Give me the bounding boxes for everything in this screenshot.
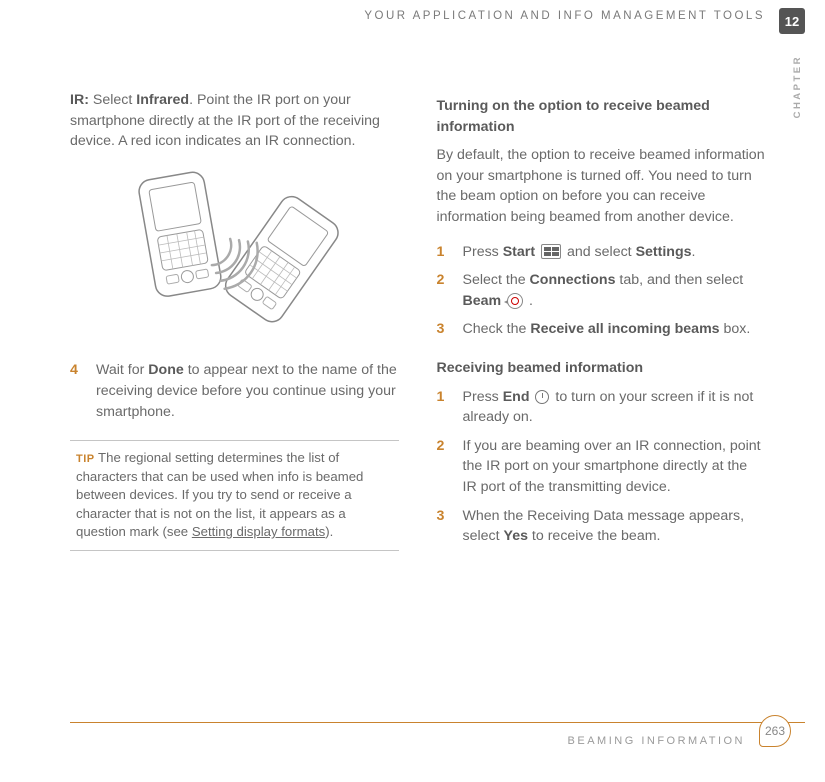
header-title: YOUR APPLICATION AND INFO MANAGEMENT TOO… (364, 10, 765, 22)
chapter-number-badge: 12 (779, 8, 805, 34)
sec2-step-1: 1 Press End to turn on your screen if it… (437, 387, 766, 428)
page-header: YOUR APPLICATION AND INFO MANAGEMENT TOO… (0, 10, 825, 40)
start-icon (541, 244, 561, 259)
footer-title: BEAMING INFORMATION (568, 735, 745, 747)
beaming-illustration (70, 166, 399, 343)
section-title-2: Receiving beamed information (437, 358, 766, 379)
step-number: 4 (70, 360, 86, 422)
page-content: IR: Select Infrared. Point the IR port o… (70, 90, 765, 702)
sec1-step-3: 3 Check the Receive all incoming beams b… (437, 319, 766, 340)
left-column: IR: Select Infrared. Point the IR port o… (70, 90, 399, 702)
tip-link[interactable]: Setting display formats (192, 524, 325, 539)
end-icon (535, 390, 549, 404)
sec1-step-1: 1 Press Start and select Settings. (437, 242, 766, 263)
chapter-label-vertical: CHAPTER (792, 55, 803, 118)
step-4: 4 Wait for Done to appear next to the na… (70, 360, 399, 422)
tip-label: TIP (76, 453, 95, 465)
section-title-1: Turning on the option to receive beamed … (437, 96, 766, 137)
sec2-step-3: 3 When the Receiving Data message appear… (437, 506, 766, 547)
page-footer: BEAMING INFORMATION 263 (70, 722, 805, 762)
sec1-step-2: 2 Select the Connections tab, and then s… (437, 270, 766, 311)
beam-icon (507, 293, 523, 309)
tip-box: TIP The regional setting determines the … (70, 440, 399, 550)
sec2-step-2: 2 If you are beaming over an IR connecti… (437, 436, 766, 498)
section-1-intro: By default, the option to receive beamed… (437, 145, 766, 227)
page-number-badge: 263 (759, 715, 791, 747)
step-body: Wait for Done to appear next to the name… (96, 360, 399, 422)
ir-prefix: IR: (70, 92, 89, 108)
right-column: Turning on the option to receive beamed … (437, 90, 766, 702)
ir-paragraph: IR: Select Infrared. Point the IR port o… (70, 90, 399, 152)
